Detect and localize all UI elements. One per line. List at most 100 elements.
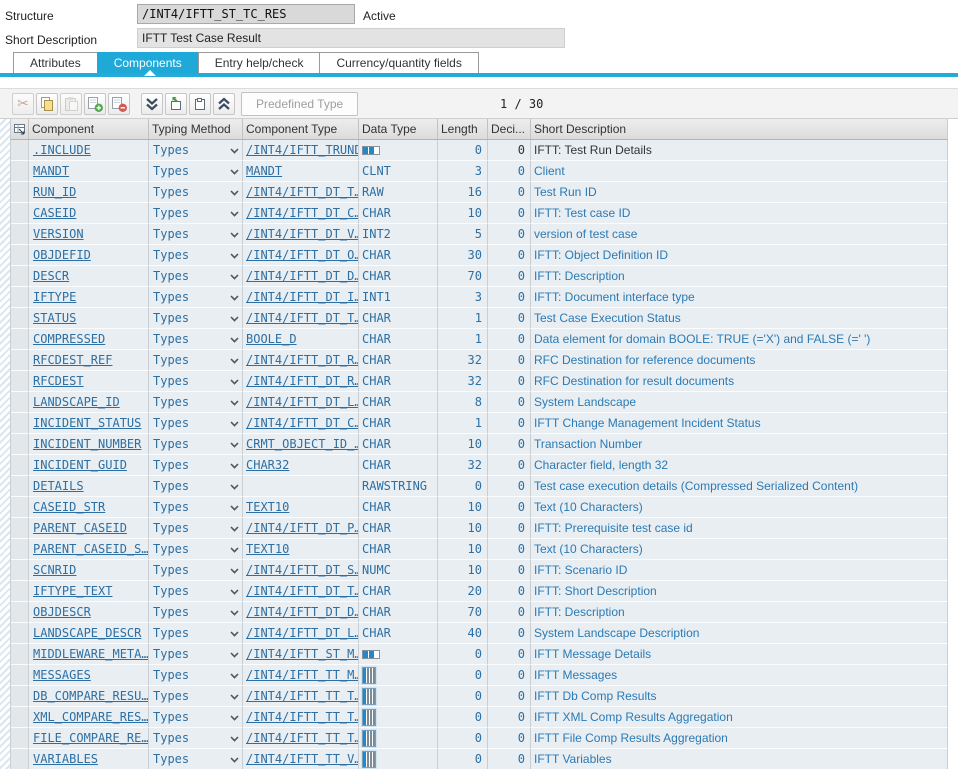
typing-method-dropdown[interactable]: Types [149, 287, 243, 308]
typing-method-dropdown[interactable]: Types [149, 413, 243, 434]
component-type-link[interactable]: CRMT_OBJECT_ID_… [246, 437, 359, 451]
component-link[interactable]: IFTYPE [33, 290, 76, 304]
row-selector[interactable] [11, 581, 29, 602]
row-selector[interactable] [11, 518, 29, 539]
typing-method-dropdown[interactable]: Types [149, 224, 243, 245]
row-selector[interactable] [11, 182, 29, 203]
column-header-data-type[interactable]: Data Type [359, 119, 438, 139]
component-link[interactable]: DETAILS [33, 479, 84, 493]
component-link[interactable]: PARENT_CASEID_S… [33, 542, 149, 556]
component-link[interactable]: INCIDENT_STATUS [33, 416, 141, 430]
row-selector[interactable] [11, 560, 29, 581]
component-type-link[interactable]: /INT4/IFTT_ST_M… [246, 647, 359, 661]
component-link[interactable]: INCIDENT_NUMBER [33, 437, 141, 451]
typing-method-dropdown[interactable]: Types [149, 749, 243, 769]
component-type-link[interactable]: /INT4/IFTT_DT_R… [246, 353, 359, 367]
component-type-link[interactable]: MANDT [246, 164, 282, 178]
component-type-link[interactable]: /INT4/IFTT_DT_D… [246, 269, 359, 283]
component-type-link[interactable]: /INT4/IFTT_DT_R… [246, 374, 359, 388]
component-link[interactable]: XML_COMPARE_RES… [33, 710, 149, 724]
component-link[interactable]: DESCR [33, 269, 69, 283]
component-link[interactable]: MANDT [33, 164, 69, 178]
component-type-link[interactable]: /INT4/IFTT_DT_P… [246, 521, 359, 535]
row-selector[interactable] [11, 266, 29, 287]
typing-method-dropdown[interactable]: Types [149, 182, 243, 203]
component-link[interactable]: CASEID [33, 206, 76, 220]
tab-currency-quantity-fields[interactable]: Currency/quantity fields [319, 52, 478, 74]
typing-method-dropdown[interactable]: Types [149, 686, 243, 707]
component-link[interactable]: SCNRID [33, 563, 76, 577]
component-type-link[interactable]: BOOLE_D [246, 332, 297, 346]
predefined-type-button[interactable]: Predefined Type [241, 92, 358, 116]
component-link[interactable]: CASEID_STR [33, 500, 105, 514]
row-selector[interactable] [11, 224, 29, 245]
component-link[interactable]: STATUS [33, 311, 76, 325]
row-selector[interactable] [11, 707, 29, 728]
row-selector[interactable] [11, 434, 29, 455]
column-header-decimals[interactable]: Deci... [488, 119, 531, 139]
component-type-link[interactable]: CHAR32 [246, 458, 289, 472]
component-type-link[interactable]: /INT4/IFTT_TT_M… [246, 668, 359, 682]
row-selector[interactable] [11, 413, 29, 434]
row-selector[interactable] [11, 623, 29, 644]
component-type-link[interactable]: /INT4/IFTT_TT_T… [246, 710, 359, 724]
row-selector[interactable] [11, 539, 29, 560]
column-header-component[interactable]: Component [29, 119, 149, 139]
component-link[interactable]: MIDDLEWARE_META… [33, 647, 149, 661]
component-type-link[interactable]: /INT4/IFTT_TT_T… [246, 689, 359, 703]
insert-row-button[interactable] [84, 93, 106, 115]
structure-name-field[interactable]: /INT4/IFTT_ST_TC_RES [137, 4, 355, 24]
typing-method-dropdown[interactable]: Types [149, 392, 243, 413]
component-link[interactable]: VARIABLES [33, 752, 98, 766]
component-link[interactable]: FILE_COMPARE_RE… [33, 731, 149, 745]
row-selector[interactable] [11, 308, 29, 329]
row-selector[interactable] [11, 350, 29, 371]
component-type-link[interactable]: /INT4/IFTT_DT_V… [246, 227, 359, 241]
typing-method-dropdown[interactable]: Types [149, 623, 243, 644]
component-link[interactable]: MESSAGES [33, 668, 91, 682]
move-down-button[interactable] [141, 93, 163, 115]
typing-method-dropdown[interactable]: Types [149, 602, 243, 623]
row-selector[interactable] [11, 476, 29, 497]
component-type-link[interactable]: /INT4/IFTT_DT_L… [246, 395, 359, 409]
row-selector[interactable] [11, 644, 29, 665]
typing-method-dropdown[interactable]: Types [149, 497, 243, 518]
typing-method-dropdown[interactable]: Types [149, 518, 243, 539]
cut-button[interactable]: ✂ [12, 93, 34, 115]
table-select-button[interactable] [11, 119, 29, 139]
component-type-link[interactable]: /INT4/IFTT_DT_L… [246, 626, 359, 640]
component-link[interactable]: OBJDESCR [33, 605, 91, 619]
row-selector[interactable] [11, 728, 29, 749]
remove-entry-button[interactable] [189, 93, 211, 115]
component-type-link[interactable]: TEXT10 [246, 542, 289, 556]
row-selector[interactable] [11, 602, 29, 623]
tab-entry-help-check[interactable]: Entry help/check [198, 52, 321, 74]
typing-method-dropdown[interactable]: Types [149, 665, 243, 686]
typing-method-dropdown[interactable]: Types [149, 245, 243, 266]
delete-row-button[interactable] [108, 93, 130, 115]
typing-method-dropdown[interactable]: Types [149, 308, 243, 329]
row-selector[interactable] [11, 203, 29, 224]
column-header-short-description[interactable]: Short Description [531, 119, 948, 139]
move-up-button[interactable] [213, 93, 235, 115]
row-selector[interactable] [11, 140, 29, 161]
component-link[interactable]: INCIDENT_GUID [33, 458, 127, 472]
component-link[interactable]: RFCDEST [33, 374, 84, 388]
typing-method-dropdown[interactable]: Types [149, 203, 243, 224]
component-link[interactable]: COMPRESSED [33, 332, 105, 346]
typing-method-dropdown[interactable]: Types [149, 434, 243, 455]
row-selector[interactable] [11, 665, 29, 686]
add-entry-button[interactable] [165, 93, 187, 115]
column-header-component-type[interactable]: Component Type [243, 119, 359, 139]
row-selector[interactable] [11, 686, 29, 707]
component-link[interactable]: PARENT_CASEID [33, 521, 127, 535]
typing-method-dropdown[interactable]: Types [149, 329, 243, 350]
tab-attributes[interactable]: Attributes [13, 52, 98, 74]
typing-method-dropdown[interactable]: Types [149, 560, 243, 581]
component-link[interactable]: LANDSCAPE_ID [33, 395, 120, 409]
typing-method-dropdown[interactable]: Types [149, 539, 243, 560]
typing-method-dropdown[interactable]: Types [149, 161, 243, 182]
component-link[interactable]: RUN_ID [33, 185, 76, 199]
component-type-link[interactable]: /INT4/IFTT_TT_V… [246, 752, 359, 766]
typing-method-dropdown[interactable]: Types [149, 350, 243, 371]
